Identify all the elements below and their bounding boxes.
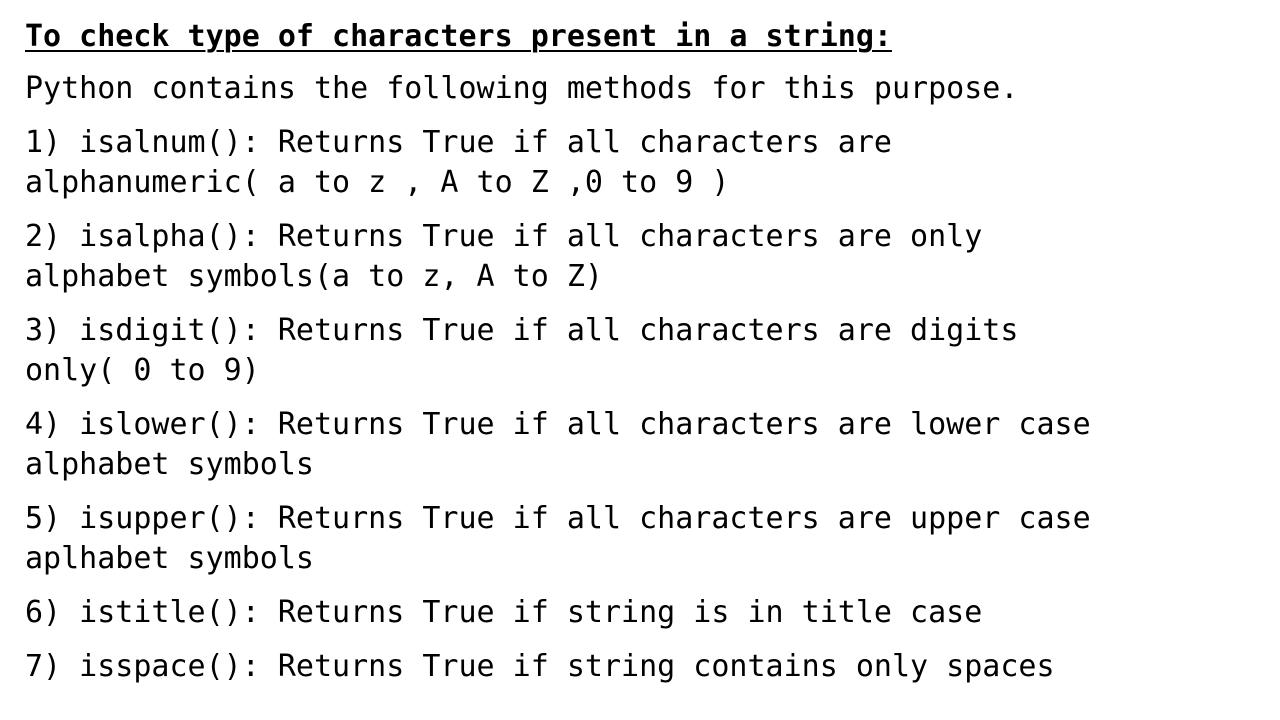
method-description: 6) istitle(): Returns True if string is …	[25, 595, 983, 630]
method-description-continued: alphabet symbols	[25, 447, 314, 482]
slide: To check type of characters present in a…	[0, 0, 1280, 720]
method-description-continued: aplhabet symbols	[25, 541, 314, 576]
method-item-isupper: 5) isupper(): Returns True if all charac…	[25, 499, 1280, 579]
method-item-isalnum: 1) isalnum(): Returns True if all charac…	[25, 123, 1280, 203]
method-description-continued: only( 0 to 9)	[25, 353, 260, 388]
method-description-continued: alphabet symbols(a to z, A to Z)	[25, 259, 603, 294]
method-item-isalpha: 2) isalpha(): Returns True if all charac…	[25, 217, 1280, 297]
method-description: 4) islower(): Returns True if all charac…	[25, 407, 1091, 442]
method-item-islower: 4) islower(): Returns True if all charac…	[25, 405, 1280, 485]
method-description: 7) isspace(): Returns True if string con…	[25, 649, 1055, 684]
method-item-isdigit: 3) isdigit(): Returns True if all charac…	[25, 311, 1280, 391]
intro-text: Python contains the following methods fo…	[25, 71, 1019, 106]
method-description: 1) isalnum(): Returns True if all charac…	[25, 125, 892, 160]
method-description-continued: alphanumeric( a to z , A to Z ,0 to 9 )	[25, 165, 730, 200]
method-item-isspace: 7) isspace(): Returns True if string con…	[25, 647, 1280, 687]
method-description: 2) isalpha(): Returns True if all charac…	[25, 219, 983, 254]
slide-title: To check type of characters present in a…	[25, 19, 892, 54]
method-description: 3) isdigit(): Returns True if all charac…	[25, 313, 1019, 348]
method-list: 1) isalnum(): Returns True if all charac…	[25, 123, 1280, 687]
method-item-istitle: 6) istitle(): Returns True if string is …	[25, 593, 1280, 633]
method-description: 5) isupper(): Returns True if all charac…	[25, 501, 1091, 536]
